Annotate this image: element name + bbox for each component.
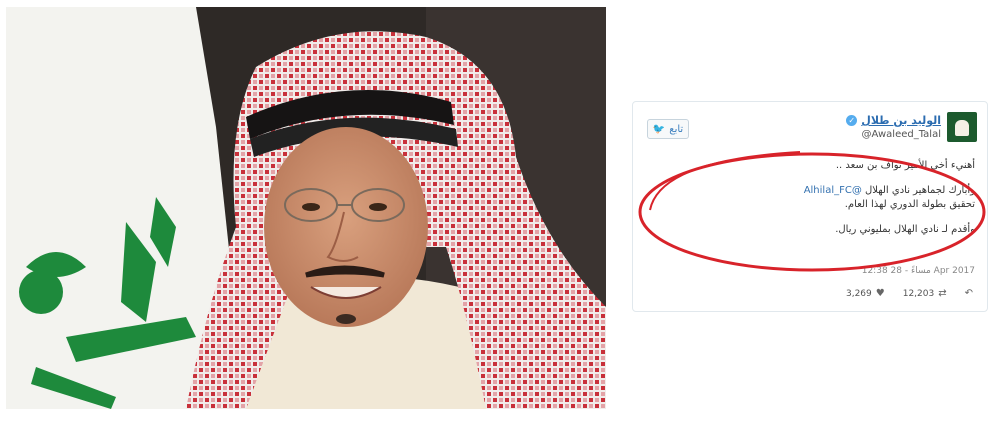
author-avatar[interactable] (947, 112, 977, 142)
tweet-author: ✓ الوليد بن طلال @Awaleed_Talal (846, 114, 941, 140)
author-handle[interactable]: @Awaleed_Talal (846, 129, 941, 140)
follow-button[interactable]: 🐦 تابع (647, 119, 689, 139)
portrait-illustration (6, 7, 606, 409)
likes-count: 3,269 (845, 288, 872, 299)
twitter-bird-icon: 🐦 (652, 123, 666, 135)
retweets-count: 12,203 (902, 288, 935, 299)
red-annotation-ellipse (638, 151, 986, 272)
author-name-link[interactable]: الوليد بن طلال (861, 114, 941, 127)
portrait-photo (6, 7, 606, 409)
verified-badge-icon: ✓ (846, 115, 858, 126)
follow-label: تابع (669, 123, 684, 135)
